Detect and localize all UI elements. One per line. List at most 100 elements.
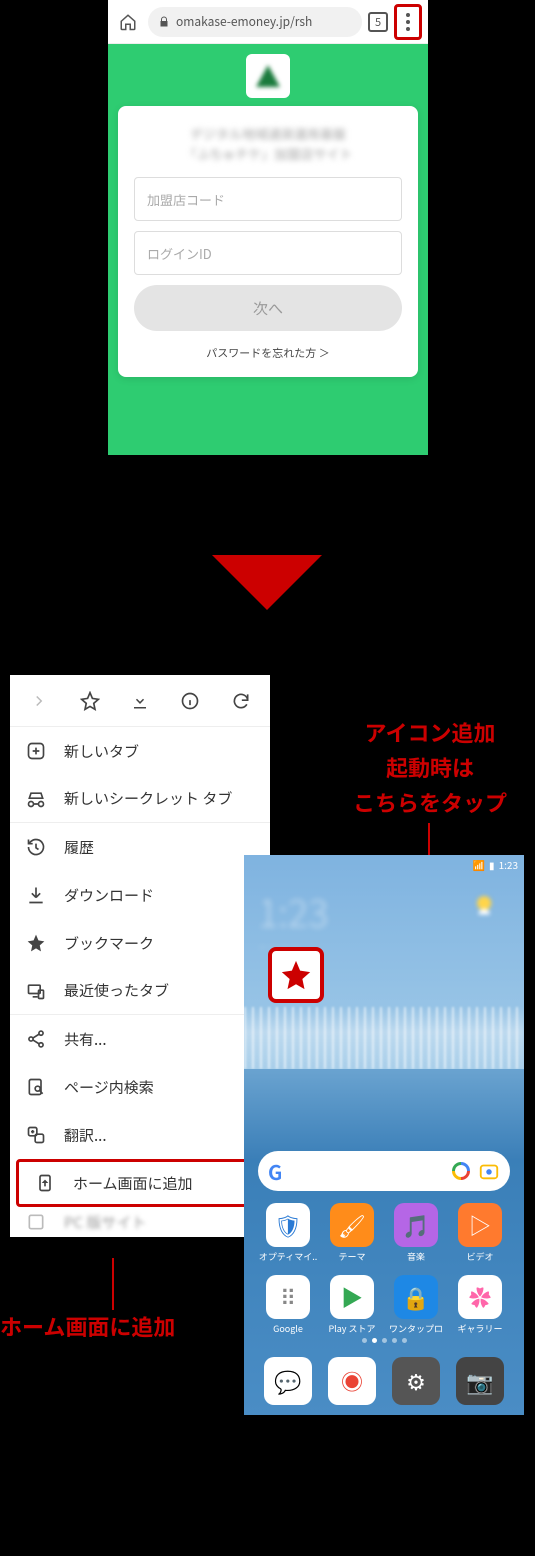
menu-downloads[interactable]: ダウンロード	[10, 871, 270, 919]
bookmark-star-icon	[26, 933, 46, 953]
menu-add-to-home[interactable]: ホーム画面に追加	[16, 1159, 264, 1207]
login-card: デジタル地域通貨運用基盤 「ふちゅチケ」加盟店サイト 加盟店コード ログインID…	[118, 106, 418, 377]
forgot-password-link[interactable]: パスワードを忘れた方 ＞	[134, 345, 402, 361]
app-icon: 🔒	[394, 1275, 438, 1319]
app-icon: 🛡	[266, 1203, 310, 1247]
incognito-icon	[26, 789, 46, 809]
app-ギャラリー[interactable]: ✿ ギャラリー	[448, 1275, 512, 1335]
download-icon[interactable]	[126, 687, 154, 715]
browser-screenshot: omakase-emoney.jp/rsh 5 デジタル地域通貨運用基盤 「ふち…	[108, 0, 428, 455]
reload-icon[interactable]	[227, 687, 255, 715]
google-search-bar[interactable]: G	[258, 1151, 510, 1191]
app-icon: ✿	[458, 1275, 502, 1319]
status-bar: 📶 ▮ 1:23	[473, 855, 518, 873]
battery-icon: ▮	[489, 857, 495, 872]
login-id-input[interactable]: ログインID	[134, 231, 402, 275]
wallpaper-lake	[244, 1069, 524, 1159]
checkbox-icon	[26, 1212, 46, 1232]
merchant-code-input[interactable]: 加盟店コード	[134, 177, 402, 221]
app-label: ビデオ	[466, 1250, 493, 1263]
menu-label: ダウンロード	[64, 885, 154, 906]
app-label: ギャラリー	[457, 1322, 502, 1335]
step-arrow-icon	[212, 555, 322, 610]
menu-label: ページ内検索	[64, 1077, 154, 1098]
forward-icon[interactable]	[25, 687, 53, 715]
share-icon	[26, 1029, 46, 1049]
app-label: Google	[273, 1322, 303, 1335]
status-time: 1:23	[499, 857, 518, 872]
menu-share[interactable]: 共有...	[10, 1015, 270, 1063]
menu-label: 新しいシークレット タブ	[64, 788, 232, 809]
find-icon	[26, 1077, 46, 1097]
home-screen-shortcut[interactable]	[268, 947, 324, 1003]
app-icon: ⠿	[266, 1275, 310, 1319]
app-テーマ[interactable]: 🖌テーマ	[320, 1203, 384, 1263]
page-indicator	[244, 1338, 524, 1343]
menu-toolbar	[10, 675, 270, 727]
dock-settings[interactable]: ⚙	[392, 1357, 440, 1405]
translate-icon	[26, 1125, 46, 1145]
url-text: omakase-emoney.jp/rsh	[176, 13, 312, 30]
star-icon[interactable]	[76, 687, 104, 715]
dock: 💬 ◉ ⚙ 📷	[244, 1347, 524, 1415]
menu-recent-tabs[interactable]: 最近使ったタブ	[10, 967, 270, 1015]
menu-label: 翻訳...	[64, 1125, 107, 1146]
app-オプティマイ..[interactable]: 🛡オプティマイ..	[256, 1203, 320, 1263]
plus-box-icon	[26, 741, 46, 761]
dock-camera[interactable]: 📷	[456, 1357, 504, 1405]
google-logo-icon: G	[268, 1157, 282, 1186]
chrome-overflow-menu: 新しいタブ 新しいシークレット タブ 履歴 ダウンロード ブックマーク 最近使っ…	[10, 675, 270, 1237]
history-icon	[26, 837, 46, 857]
menu-label: 新しいタブ	[64, 741, 139, 762]
menu-translate[interactable]: 翻訳...	[10, 1111, 270, 1159]
wallpaper-trees	[244, 1007, 524, 1069]
wifi-icon: 📶	[473, 857, 485, 872]
home-screen-screenshot: 📶 ▮ 1:23 1:23 — — — — G 🛡オプティマイ..🖌テーマ🎵音楽…	[244, 855, 524, 1415]
app-icon: ▷	[458, 1203, 502, 1247]
menu-label: ホーム画面に追加	[73, 1173, 193, 1194]
add-home-icon	[35, 1173, 55, 1193]
app-ビデオ[interactable]: ▷ ビデオ	[448, 1203, 512, 1263]
app-label: ワンタップロ	[389, 1322, 443, 1335]
menu-bookmarks[interactable]: ブックマーク	[10, 919, 270, 967]
menu-find[interactable]: ページ内検索	[10, 1063, 270, 1111]
app-grid: 🛡オプティマイ..🖌テーマ🎵音楽▷ ビデオ ⠿ Google ▶Play ストア🔒 ワンタ…	[244, 1203, 524, 1335]
dock-chrome[interactable]: ◉	[328, 1357, 376, 1405]
app-label: テーマ	[338, 1250, 365, 1263]
app-Play ストア[interactable]: ▶Play ストア	[320, 1275, 384, 1335]
menu-history[interactable]: 履歴	[10, 823, 270, 871]
menu-label: ブックマーク	[64, 933, 154, 954]
app-icon: 🎵	[394, 1203, 438, 1247]
download-arrow-icon	[26, 885, 46, 905]
home-icon[interactable]	[114, 8, 142, 36]
tab-count[interactable]: 5	[368, 12, 388, 32]
app-ワンタップロ[interactable]: 🔒 ワンタップロ	[384, 1275, 448, 1335]
dock-messages[interactable]: 💬	[264, 1357, 312, 1405]
menu-new-tab[interactable]: 新しいタブ	[10, 727, 270, 775]
login-heading: デジタル地域通貨運用基盤 「ふちゅチケ」加盟店サイト	[134, 124, 402, 163]
info-icon[interactable]	[176, 687, 204, 715]
menu-label: 最近使ったタブ	[64, 980, 169, 1001]
menu-label: 共有...	[64, 1029, 107, 1050]
vertical-dots-icon	[406, 13, 410, 31]
lens-icon[interactable]	[478, 1160, 500, 1182]
menu-incognito[interactable]: 新しいシークレット タブ	[10, 775, 270, 823]
site-logo	[246, 54, 290, 98]
menu-label: 履歴	[64, 837, 94, 858]
menu-desktop-site[interactable]: PC 版サイト	[10, 1207, 270, 1237]
star-icon	[279, 958, 313, 992]
app-icon: ▶	[330, 1275, 374, 1319]
overflow-menu-button[interactable]	[394, 4, 422, 40]
address-bar: omakase-emoney.jp/rsh 5	[108, 0, 428, 44]
devices-icon	[26, 981, 46, 1001]
url-field[interactable]: omakase-emoney.jp/rsh	[148, 7, 362, 37]
instruction-text: アイコン追加 起動時は こちらをタップ	[330, 715, 530, 821]
page-content: デジタル地域通貨運用基盤 「ふちゅチケ」加盟店サイト 加盟店コード ログインID…	[108, 44, 428, 455]
clock-widget: 1:23 — — — —	[258, 883, 329, 953]
add-home-callout: ホーム画面に追加	[0, 1310, 175, 1342]
mic-icon[interactable]	[452, 1162, 470, 1180]
app-音楽[interactable]: 🎵音楽	[384, 1203, 448, 1263]
next-button[interactable]: 次へ	[134, 285, 402, 331]
app-Google[interactable]: ⠿ Google	[256, 1275, 320, 1335]
menu-label: PC 版サイト	[64, 1212, 146, 1233]
